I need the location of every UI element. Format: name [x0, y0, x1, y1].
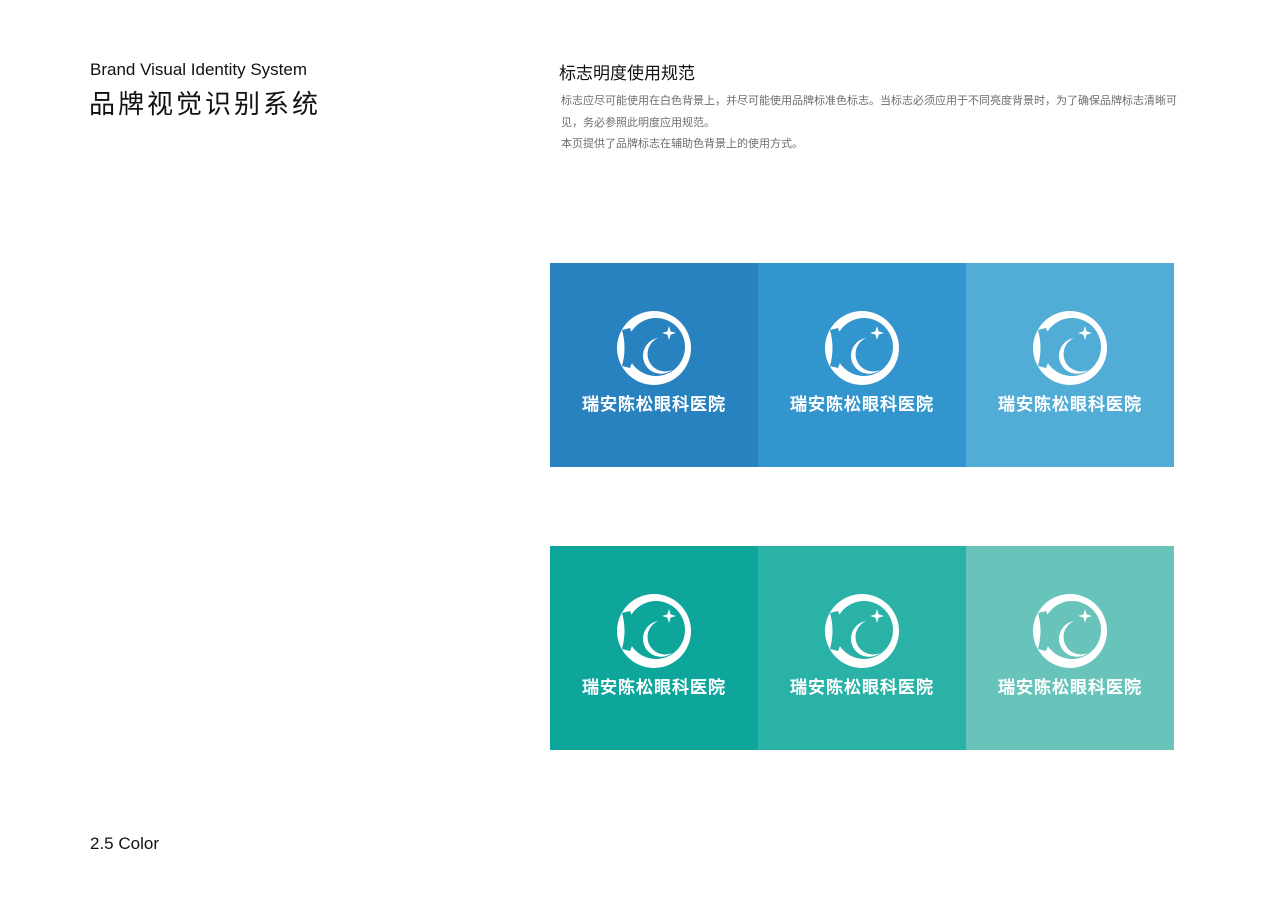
brand-title-en: Brand Visual Identity System	[90, 60, 308, 79]
eye-crescent-star-logo-icon	[825, 594, 899, 668]
blue-swatch-row: 瑞安陈松眼科医院 瑞安陈松眼科医院 瑞安陈松眼科医院	[550, 263, 1174, 467]
logo-wordmark: 瑞安陈松眼科医院	[582, 395, 726, 415]
eye-crescent-star-logo-icon	[617, 311, 691, 385]
logo-wordmark: 瑞安陈松眼科医院	[582, 678, 726, 698]
page-label: 2.5 Color	[90, 834, 159, 853]
eye-crescent-star-logo-icon	[825, 311, 899, 385]
description-paragraph: 标志应尽可能使用在白色背景上，并尽可能使用品牌标准色标志。当标志必须应用于不同亮…	[561, 94, 1177, 129]
logo-wordmark: 瑞安陈松眼科医院	[998, 395, 1142, 415]
blue-swatch: 瑞安陈松眼科医院	[966, 263, 1174, 467]
logo-wordmark: 瑞安陈松眼科医院	[790, 678, 934, 698]
blue-swatch: 瑞安陈松眼科医院	[758, 263, 966, 467]
logo-wordmark: 瑞安陈松眼科医院	[790, 395, 934, 415]
blue-swatch: 瑞安陈松眼科医院	[550, 263, 758, 467]
description-paragraph: 本页提供了品牌标志在辅助色背景上的使用方式。	[561, 137, 803, 150]
teal-swatch: 瑞安陈松眼科医院	[758, 546, 966, 750]
section-title: 标志明度使用规范	[559, 64, 695, 84]
eye-crescent-star-logo-icon	[617, 594, 691, 668]
teal-swatch: 瑞安陈松眼科医院	[966, 546, 1174, 750]
teal-swatch: 瑞安陈松眼科医院	[550, 546, 758, 750]
eye-crescent-star-logo-icon	[1033, 311, 1107, 385]
section-description: 标志应尽可能使用在白色背景上，并尽可能使用品牌标准色标志。当标志必须应用于不同亮…	[561, 90, 1191, 155]
brand-title-cn: 品牌视觉识别系统	[89, 90, 322, 120]
eye-crescent-star-logo-icon	[1033, 594, 1107, 668]
teal-swatch-row: 瑞安陈松眼科医院 瑞安陈松眼科医院 瑞安陈松眼科医院	[550, 546, 1174, 750]
logo-wordmark: 瑞安陈松眼科医院	[998, 678, 1142, 698]
